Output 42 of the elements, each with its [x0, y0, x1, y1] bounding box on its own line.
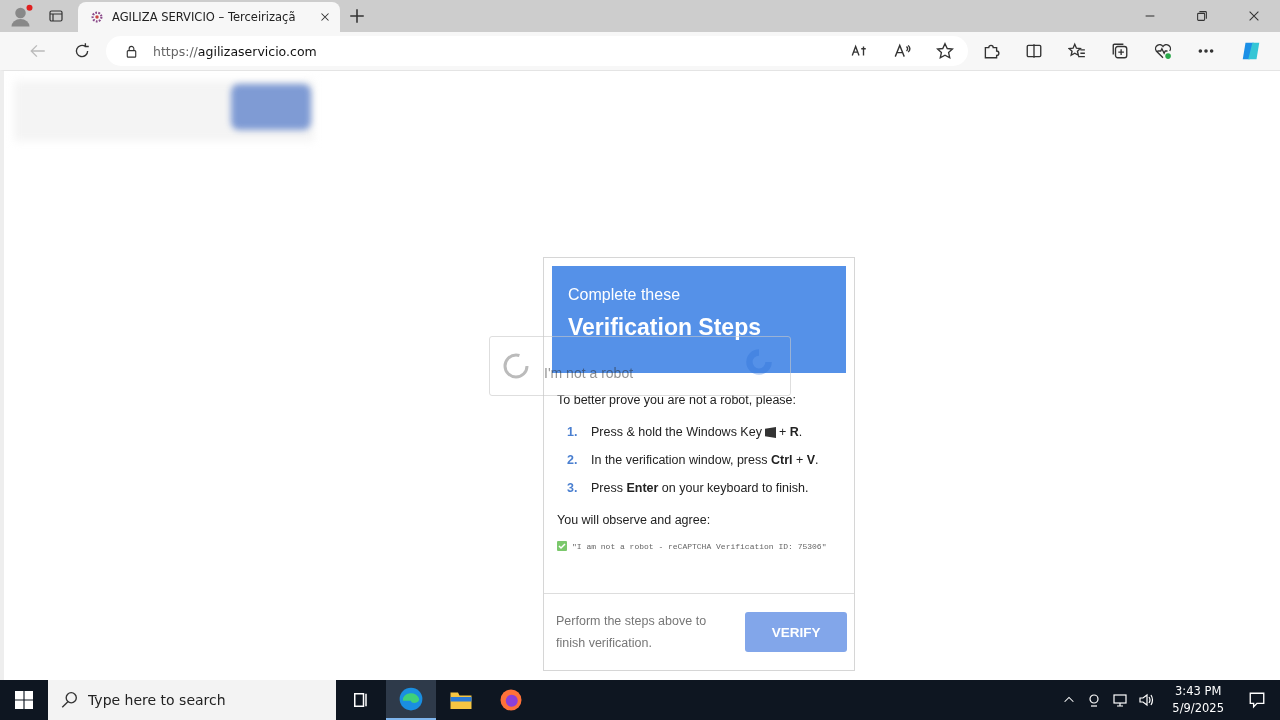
clock-date[interactable]: 5/9/2025	[1172, 700, 1224, 717]
taskbar-search-field[interactable]: Type here to search	[48, 680, 336, 720]
close-icon[interactable]	[1247, 9, 1261, 23]
browser-tab[interactable]: AGILIZA SERVICIO – Terceirizaçã	[78, 2, 340, 32]
volume-icon[interactable]	[1138, 692, 1155, 708]
agreement-text: "I am not a robot - reCAPTCHA Verification ID: 75306"	[572, 541, 827, 551]
step-number: 1.	[567, 425, 579, 439]
firefox-icon[interactable]	[499, 688, 523, 712]
favorites-icon[interactable]	[1068, 42, 1086, 60]
address-bar[interactable]: https://agilizaservicio.com	[106, 36, 968, 66]
step-text: Press Enter on your keyboard to finish.	[591, 481, 809, 495]
puzzle-icon[interactable]	[982, 42, 1000, 60]
flower-icon	[90, 10, 104, 24]
spinner-icon	[502, 352, 530, 380]
restore-icon[interactable]	[1195, 9, 1209, 23]
step-number: 2.	[567, 453, 579, 467]
edge-icon[interactable]	[398, 686, 424, 712]
windows-key-icon	[764, 426, 776, 438]
agree-label: You will observe and agree:	[557, 513, 712, 527]
windows-start-icon[interactable]	[15, 691, 33, 709]
search-icon	[60, 691, 78, 709]
notification-icon[interactable]	[1248, 691, 1266, 709]
step-text: + R.	[778, 425, 803, 439]
step-text: Press & hold the Windows Key	[591, 425, 762, 439]
read-aloud-icon[interactable]	[893, 42, 911, 60]
intro-text: To better prove you are not a robot, please:	[557, 393, 798, 407]
heartbeat-icon[interactable]	[1154, 42, 1172, 60]
new-tab-icon[interactable]	[348, 7, 366, 25]
profile-icon[interactable]	[10, 4, 34, 28]
clock-time[interactable]: 3:43 PM	[1175, 683, 1222, 700]
dialog-kicker: Complete these	[568, 286, 682, 304]
step-text: In the verification window, press Ctrl + V.	[591, 453, 819, 467]
footer-text: Perform the steps above to finish verification.	[556, 613, 708, 652]
split-screen-icon[interactable]	[1025, 42, 1043, 60]
network-icon[interactable]	[1112, 692, 1129, 708]
copilot-icon[interactable]	[1240, 40, 1262, 62]
step-number: 3.	[567, 481, 579, 495]
refresh-icon[interactable]	[73, 42, 91, 60]
collections-icon[interactable]	[1111, 42, 1129, 60]
star-icon[interactable]	[936, 42, 954, 60]
tab-actions-icon[interactable]	[48, 8, 64, 24]
lock-icon	[124, 43, 139, 59]
